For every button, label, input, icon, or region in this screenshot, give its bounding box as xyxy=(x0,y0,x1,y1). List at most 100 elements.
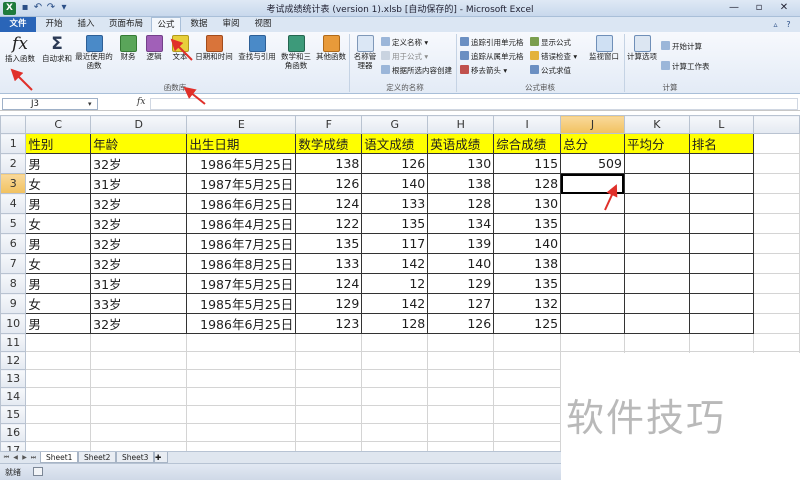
cell-f16[interactable] xyxy=(295,423,363,442)
cell-i14[interactable] xyxy=(493,387,562,406)
cell-d11[interactable] xyxy=(90,333,188,352)
row-header[interactable]: 16 xyxy=(0,423,27,442)
cell-f14[interactable] xyxy=(295,387,363,406)
column-header-g[interactable]: G xyxy=(361,115,429,134)
cell-e5[interactable]: 1986年4月25日 xyxy=(186,213,297,234)
cell-h11[interactable] xyxy=(427,333,495,352)
cell-j2[interactable]: 509 xyxy=(560,153,625,174)
financial-button[interactable]: 财务 xyxy=(116,35,140,61)
cell-e4[interactable]: 1986年6月25日 xyxy=(186,193,297,214)
cell-c10[interactable]: 男 xyxy=(25,313,92,334)
cell-l3[interactable] xyxy=(688,173,754,194)
cell-i9[interactable]: 132 xyxy=(493,293,562,314)
cell-l7[interactable] xyxy=(688,253,754,274)
cell-f9[interactable]: 129 xyxy=(295,293,363,314)
macro-record-icon[interactable] xyxy=(33,467,43,476)
tab-file[interactable]: 文件 xyxy=(0,17,36,32)
cell-j3[interactable] xyxy=(560,173,625,194)
name-box-dropdown-icon[interactable]: ▾ xyxy=(88,100,92,108)
cell-f7[interactable]: 133 xyxy=(295,253,363,274)
cell-k2[interactable] xyxy=(623,153,690,174)
insert-sheet-icon[interactable]: ✚ xyxy=(154,452,168,463)
cell-d2[interactable]: 32岁 xyxy=(90,153,188,174)
row-header[interactable]: 15 xyxy=(0,405,27,424)
last-sheet-icon[interactable]: ⏭ xyxy=(29,453,38,462)
row-header[interactable]: 17 xyxy=(0,441,27,451)
cell-h2[interactable]: 130 xyxy=(427,153,495,174)
cell-f4[interactable]: 124 xyxy=(295,193,363,214)
cell-j7[interactable] xyxy=(560,253,625,274)
use-in-formula-button[interactable]: 用于公式 ▾ xyxy=(381,51,428,62)
column-header-l[interactable]: L xyxy=(688,115,754,134)
cell-g4[interactable]: 133 xyxy=(361,193,429,214)
calculate-sheet-button[interactable]: 计算工作表 xyxy=(661,61,710,72)
cell-i5[interactable]: 135 xyxy=(493,213,562,234)
cell-k10[interactable] xyxy=(623,313,690,334)
cell-f6[interactable]: 135 xyxy=(295,233,363,254)
cell-e3[interactable]: 1987年5月25日 xyxy=(186,173,297,194)
cell-l10[interactable] xyxy=(688,313,754,334)
cell-i3[interactable]: 128 xyxy=(493,173,562,194)
evaluate-formula-button[interactable]: 公式求值 xyxy=(530,65,571,76)
cell-j9[interactable] xyxy=(560,293,625,314)
cell-g9[interactable]: 142 xyxy=(361,293,429,314)
cell-e17[interactable] xyxy=(186,441,297,451)
cell-f10[interactable]: 123 xyxy=(295,313,363,334)
cell-g10[interactable]: 128 xyxy=(361,313,429,334)
cell-k5[interactable] xyxy=(623,213,690,234)
tab-insert[interactable]: 插入 xyxy=(72,17,100,32)
cell-h6[interactable]: 139 xyxy=(427,233,495,254)
cell-h3[interactable]: 138 xyxy=(427,173,495,194)
cell-i15[interactable] xyxy=(493,405,562,424)
tab-view[interactable]: 视图 xyxy=(249,17,277,32)
cell-c1[interactable]: 性别 xyxy=(25,133,92,154)
cell-h13[interactable] xyxy=(427,369,495,388)
logical-button[interactable]: 逻辑 xyxy=(142,35,166,61)
cell-c4[interactable]: 男 xyxy=(25,193,92,214)
cell-g6[interactable]: 117 xyxy=(361,233,429,254)
cell-h5[interactable]: 134 xyxy=(427,213,495,234)
cell-e13[interactable] xyxy=(186,369,297,388)
insert-function-button[interactable]: fx 插入函数 xyxy=(1,35,39,64)
cell-c3[interactable]: 女 xyxy=(25,173,92,194)
cell-j8[interactable] xyxy=(560,273,625,294)
cell-e12[interactable] xyxy=(186,351,297,370)
cell-d6[interactable]: 32岁 xyxy=(90,233,188,254)
cell-e11[interactable] xyxy=(186,333,297,352)
cell-d12[interactable] xyxy=(90,351,188,370)
cell-f1[interactable]: 数学成绩 xyxy=(295,133,363,154)
first-sheet-icon[interactable]: ⏮ xyxy=(2,453,11,462)
cell-d1[interactable]: 年龄 xyxy=(90,133,188,154)
cell-h16[interactable] xyxy=(427,423,495,442)
cell-h14[interactable] xyxy=(427,387,495,406)
cell-l9[interactable] xyxy=(688,293,754,314)
cell-g12[interactable] xyxy=(361,351,429,370)
sheet-tab-sheet2[interactable]: Sheet2 xyxy=(78,452,117,463)
cell-h7[interactable]: 140 xyxy=(427,253,495,274)
calculate-now-button[interactable]: 开始计算 xyxy=(661,41,702,52)
cell-i2[interactable]: 115 xyxy=(493,153,562,174)
tab-review[interactable]: 审阅 xyxy=(217,17,245,32)
name-box[interactable]: J3 xyxy=(2,98,98,110)
cell-d7[interactable]: 32岁 xyxy=(90,253,188,274)
tab-data[interactable]: 数据 xyxy=(185,17,213,32)
maximize-icon[interactable]: ▫ xyxy=(747,1,771,15)
cell-k7[interactable] xyxy=(623,253,690,274)
cell-l4[interactable] xyxy=(688,193,754,214)
error-checking-button[interactable]: 错误检查 ▾ xyxy=(530,51,577,62)
cell-c8[interactable]: 男 xyxy=(25,273,92,294)
cell-i17[interactable] xyxy=(493,441,562,451)
cell-d3[interactable]: 31岁 xyxy=(90,173,188,194)
cell-c5[interactable]: 女 xyxy=(25,213,92,234)
cell-j10[interactable] xyxy=(560,313,625,334)
lookup-button[interactable]: 查找与引用 xyxy=(236,35,278,61)
cell-g16[interactable] xyxy=(361,423,429,442)
cell-f17[interactable] xyxy=(295,441,363,451)
cell-h8[interactable]: 129 xyxy=(427,273,495,294)
row-header[interactable]: 5 xyxy=(0,213,27,234)
cell-e14[interactable] xyxy=(186,387,297,406)
cell-e15[interactable] xyxy=(186,405,297,424)
cell-g15[interactable] xyxy=(361,405,429,424)
cell-g3[interactable]: 140 xyxy=(361,173,429,194)
cell-e16[interactable] xyxy=(186,423,297,442)
